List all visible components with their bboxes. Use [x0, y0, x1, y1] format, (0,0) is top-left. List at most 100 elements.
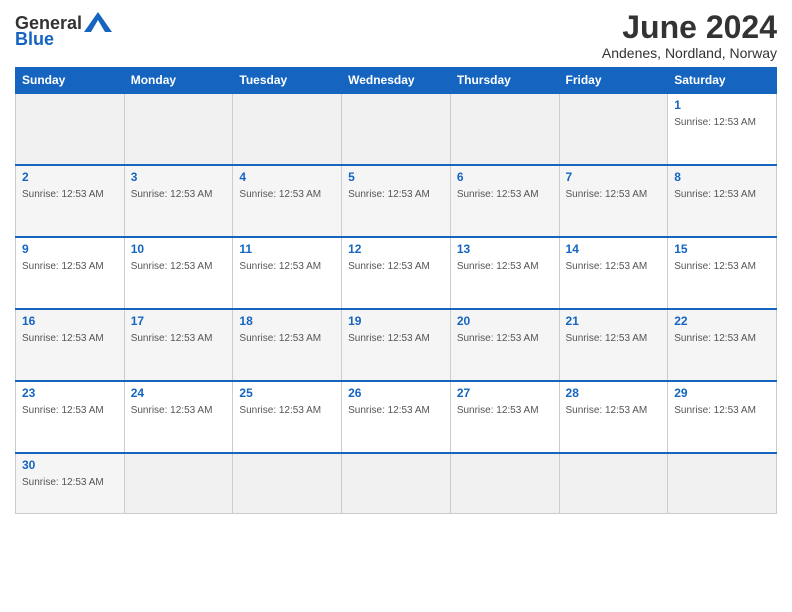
day-number: 3 [131, 170, 227, 184]
sunrise-time: Sunrise: 12:53 AM [348, 405, 430, 416]
logo: General Blue [15, 14, 112, 48]
calendar-week-3: 9 Sunrise: 12:53 AM 10 Sunrise: 12:53 AM 11 S… [16, 237, 777, 309]
day-number: 8 [674, 170, 770, 184]
month-year-title: June 2024 [602, 10, 777, 45]
sunrise-time: Sunrise: 12:53 AM [457, 189, 539, 200]
day-number: 19 [348, 314, 444, 328]
sunrise-time: Sunrise: 12:53 AM [239, 189, 321, 200]
calendar-week-2: 2Sunrise: 12:53 AM3Sunrise: 12:53 AM4Sun… [16, 165, 777, 237]
day-number: 7 [566, 170, 662, 184]
day-number: 1 [674, 98, 770, 112]
calendar-cell-week4-day6: 21 Sunrise: 12:53 AM [559, 309, 668, 381]
day-number: 6 [457, 170, 553, 184]
sunrise-time: Sunrise: 12:53 AM [348, 333, 430, 344]
calendar-header-row: Sunday Monday Tuesday Wednesday Thursday… [16, 68, 777, 94]
sunrise-time: Sunrise: 12:53 AM [348, 189, 430, 200]
day-number: 30 [22, 458, 118, 472]
sunrise-time: Sunrise: 12:53 AM [131, 261, 213, 272]
calendar-cell-week6-day4 [342, 453, 451, 513]
calendar-cell-week2-day2: 3 Sunrise: 12:53 AM [124, 165, 233, 237]
calendar-cell-week1-day2 [124, 93, 233, 165]
sunrise-time: Sunrise: 12:53 AM [457, 405, 539, 416]
calendar-cell-week3-day1: 9 Sunrise: 12:53 AM [16, 237, 125, 309]
calendar-cell-week4-day3: 18Sunrise: 12:53 AM [233, 309, 342, 381]
sunrise-time: Sunrise: 12:53 AM [131, 189, 213, 200]
sunrise-time: Sunrise: 12:53 AM [457, 333, 539, 344]
calendar-table: Sunday Monday Tuesday Wednesday Thursday… [15, 67, 777, 514]
sunrise-time: Sunrise: 12:53 AM [566, 405, 648, 416]
calendar-cell-week3-day3: 11 Sunrise: 12:53 AM [233, 237, 342, 309]
day-number: 16 [22, 314, 118, 328]
calendar-cell-week6-day7 [668, 453, 777, 513]
day-number: 20 [457, 314, 553, 328]
sunrise-time: Sunrise: 12:53 AM [131, 405, 213, 416]
calendar-cell-week2-day3: 4 Sunrise: 12:53 AM [233, 165, 342, 237]
day-number: 10 [131, 242, 227, 256]
sunrise-time: Sunrise: 12:53 AM [674, 261, 756, 272]
day-number: 2 [22, 170, 118, 184]
th-thursday: Thursday [450, 68, 559, 94]
calendar-cell-week2-day7: 8 Sunrise: 12:53 AM [668, 165, 777, 237]
day-number: 27 [457, 386, 553, 400]
sunrise-time: Sunrise: 12:53 AM [239, 405, 321, 416]
day-number: 28 [566, 386, 662, 400]
sunrise-time: Sunrise: 12:53 AM [131, 333, 213, 344]
day-number: 15 [674, 242, 770, 256]
sunrise-time: Sunrise: 12:53 AM [674, 189, 756, 200]
sunrise-time: Sunrise: 12:53 AM [674, 405, 756, 416]
th-tuesday: Tuesday [233, 68, 342, 94]
day-number: 11 [239, 242, 335, 256]
day-number: 23 [22, 386, 118, 400]
calendar-cell-week6-day1: 30 Sunrise: 12:53 AM [16, 453, 125, 513]
calendar-cell-week6-day2 [124, 453, 233, 513]
sunrise-time: Sunrise: 12:53 AM [22, 261, 104, 272]
calendar-cell-week3-day5: 13Sunrise: 12:53 AM [450, 237, 559, 309]
th-monday: Monday [124, 68, 233, 94]
sunrise-time: Sunrise: 12:53 AM [22, 477, 104, 488]
calendar-cell-week4-day1: 16Sunrise: 12:53 AM [16, 309, 125, 381]
calendar-cell-week3-day4: 12Sunrise: 12:53 AM [342, 237, 451, 309]
day-number: 24 [131, 386, 227, 400]
th-friday: Friday [559, 68, 668, 94]
day-number: 18 [239, 314, 335, 328]
calendar-cell-week1-day3 [233, 93, 342, 165]
calendar-cell-week1-day4 [342, 93, 451, 165]
calendar-cell-week2-day4: 5 Sunrise: 12:53 AM [342, 165, 451, 237]
calendar-cell-week5-day5: 27 Sunrise: 12:53 AM [450, 381, 559, 453]
th-sunday: Sunday [16, 68, 125, 94]
calendar-cell-week3-day7: 15 Sunrise: 12:53 AM [668, 237, 777, 309]
day-number: 9 [22, 242, 118, 256]
calendar-cell-week1-day1 [16, 93, 125, 165]
header: General Blue June 2024 Andenes, Nordland… [15, 10, 777, 61]
calendar-cell-week1-day6 [559, 93, 668, 165]
calendar-cell-week3-day6: 14Sunrise: 12:53 AM [559, 237, 668, 309]
calendar-cell-week5-day6: 28 Sunrise: 12:53 AM [559, 381, 668, 453]
calendar-cell-week6-day6 [559, 453, 668, 513]
title-block: June 2024 Andenes, Nordland, Norway [602, 10, 777, 61]
calendar-week-4: 16Sunrise: 12:53 AM17Sunrise: 12:53 AM18… [16, 309, 777, 381]
sunrise-time: Sunrise: 12:53 AM [239, 261, 321, 272]
day-number: 4 [239, 170, 335, 184]
calendar-cell-week5-day3: 25Sunrise: 12:53 AM [233, 381, 342, 453]
day-number: 12 [348, 242, 444, 256]
day-number: 5 [348, 170, 444, 184]
sunrise-time: Sunrise: 12:53 AM [566, 333, 648, 344]
calendar-cell-week4-day5: 20 Sunrise: 12:53 AM [450, 309, 559, 381]
calendar-cell-week4-day4: 19 Sunrise: 12:53 AM [342, 309, 451, 381]
calendar-cell-week6-day5 [450, 453, 559, 513]
sunrise-time: Sunrise: 12:53 AM [457, 261, 539, 272]
calendar-cell-week5-day7: 29 Sunrise: 12:53 AM [668, 381, 777, 453]
calendar-cell-week2-day5: 6 Sunrise: 12:53 AM [450, 165, 559, 237]
day-number: 29 [674, 386, 770, 400]
sunrise-time: Sunrise: 12:53 AM [566, 261, 648, 272]
calendar-cell-week6-day3 [233, 453, 342, 513]
calendar-cell-week5-day4: 26Sunrise: 12:53 AM [342, 381, 451, 453]
calendar-cell-week2-day6: 7Sunrise: 12:53 AM [559, 165, 668, 237]
sunrise-time: Sunrise: 12:53 AM [22, 405, 104, 416]
calendar-week-6: 30 Sunrise: 12:53 AM [16, 453, 777, 513]
day-number: 17 [131, 314, 227, 328]
calendar-cell-week2-day1: 2Sunrise: 12:53 AM [16, 165, 125, 237]
day-number: 21 [566, 314, 662, 328]
day-number: 22 [674, 314, 770, 328]
calendar-cell-week5-day1: 23 Sunrise: 12:53 AM [16, 381, 125, 453]
